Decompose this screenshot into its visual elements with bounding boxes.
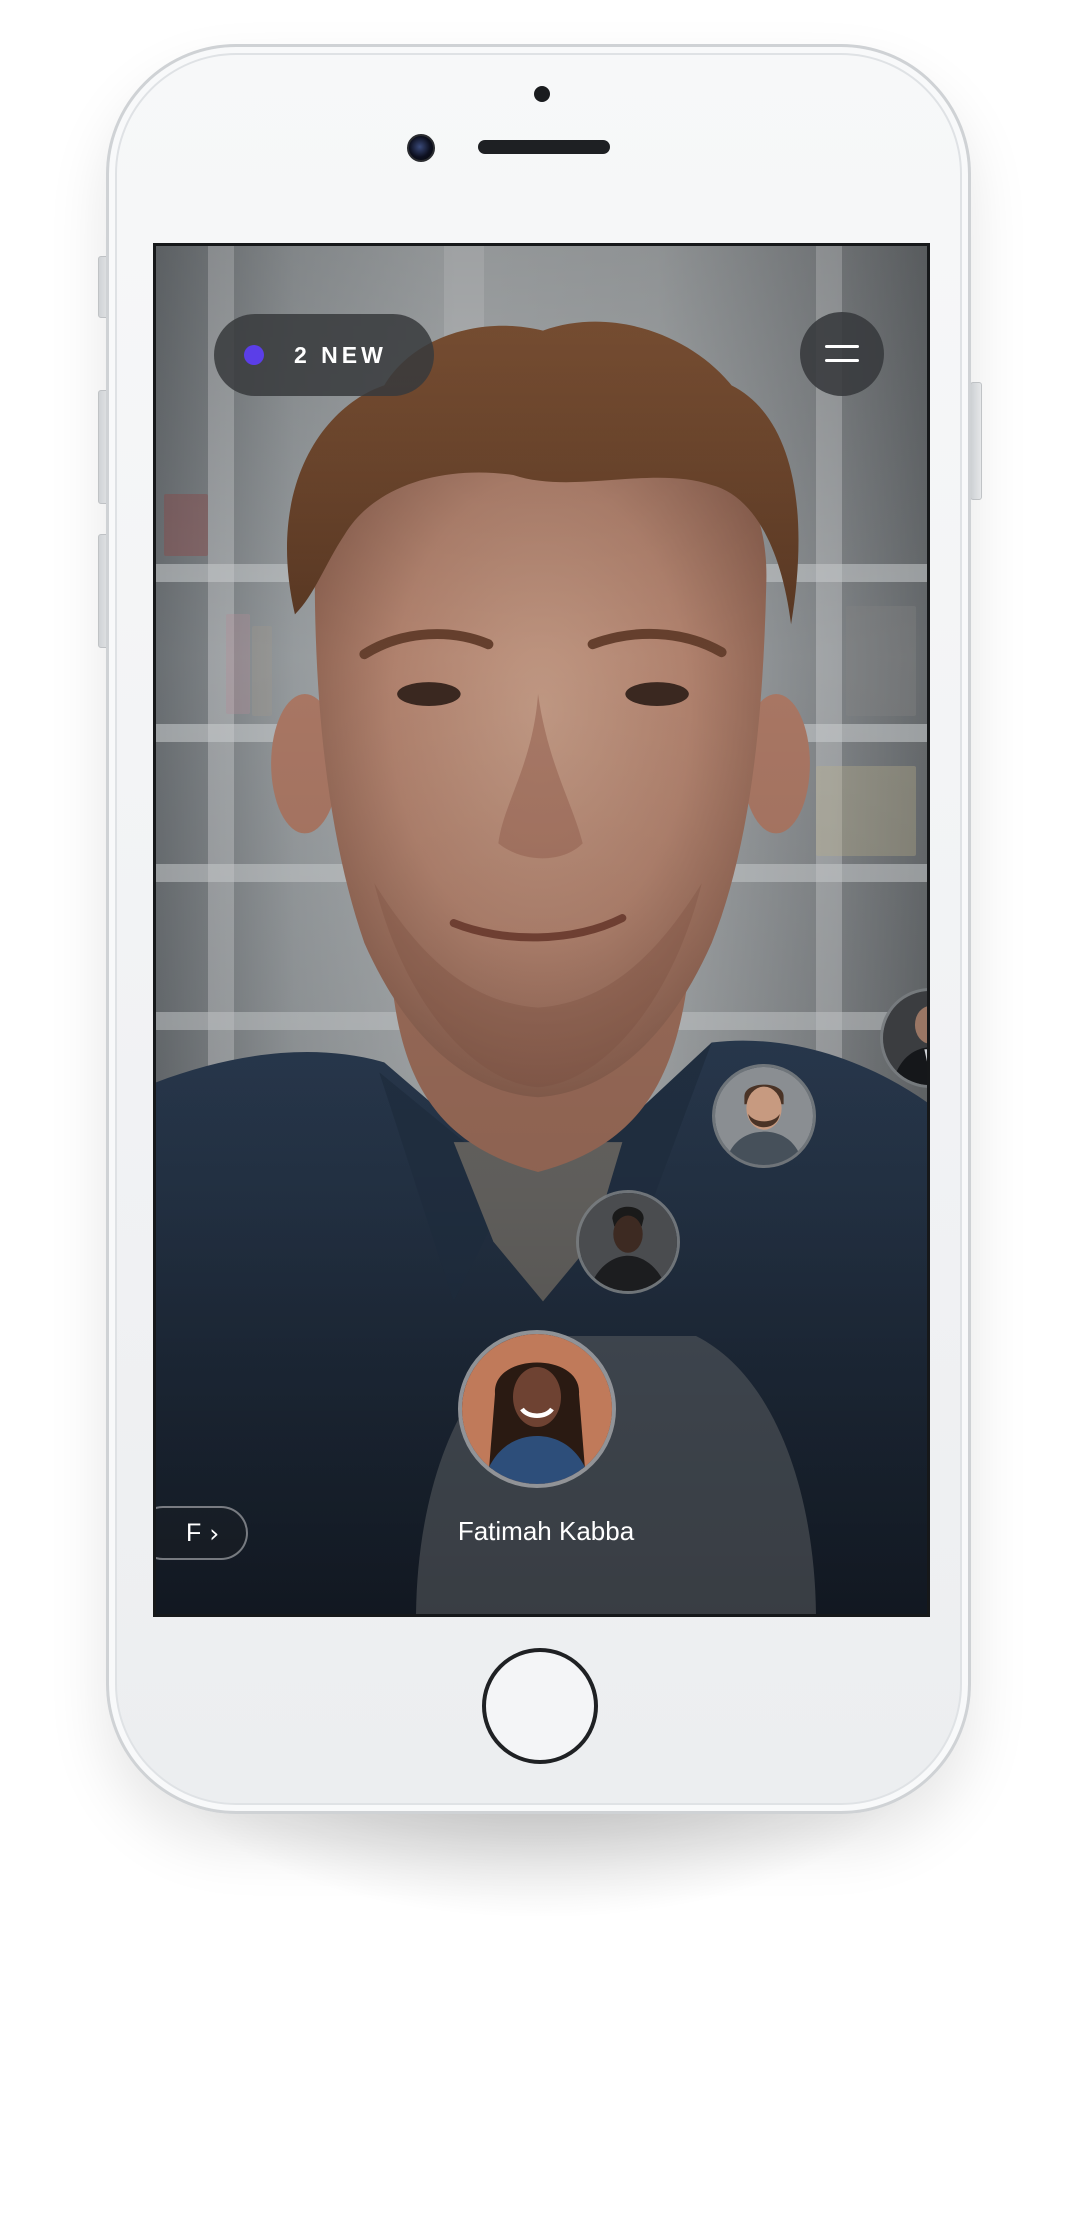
app-screen: 2 NEW Fatimah Kabba F › (153, 243, 930, 1617)
hamburger-menu-icon (825, 359, 859, 362)
chevron-right-icon: › (209, 1518, 220, 1548)
power-button (970, 382, 982, 500)
avatar-photo-icon (579, 1193, 677, 1291)
hamburger-menu-icon (825, 345, 859, 348)
home-button[interactable] (482, 1648, 598, 1764)
index-letter: F (186, 1518, 202, 1547)
new-count-label: 2 NEW (294, 341, 387, 368)
contact-avatar-selected[interactable] (458, 1330, 616, 1488)
proximity-sensor (534, 86, 550, 102)
selection-spotlight (416, 1336, 816, 1614)
avatar-photo-icon (462, 1334, 612, 1484)
alphabet-index-tab[interactable]: F › (156, 1506, 248, 1560)
selected-contact-name: Fatimah Kabba (457, 1516, 635, 1546)
unread-dot-icon (244, 345, 264, 365)
front-camera-icon (407, 134, 435, 162)
stage: 2 NEW Fatimah Kabba F › (0, 0, 1071, 2232)
contact-avatar-bearded-man[interactable] (712, 1064, 816, 1168)
earpiece-speaker (478, 140, 610, 154)
new-notifications-badge[interactable]: 2 NEW (214, 314, 434, 396)
menu-button[interactable] (800, 312, 884, 396)
contact-avatar-woman[interactable] (576, 1190, 680, 1294)
avatar-photo-icon (715, 1067, 813, 1165)
